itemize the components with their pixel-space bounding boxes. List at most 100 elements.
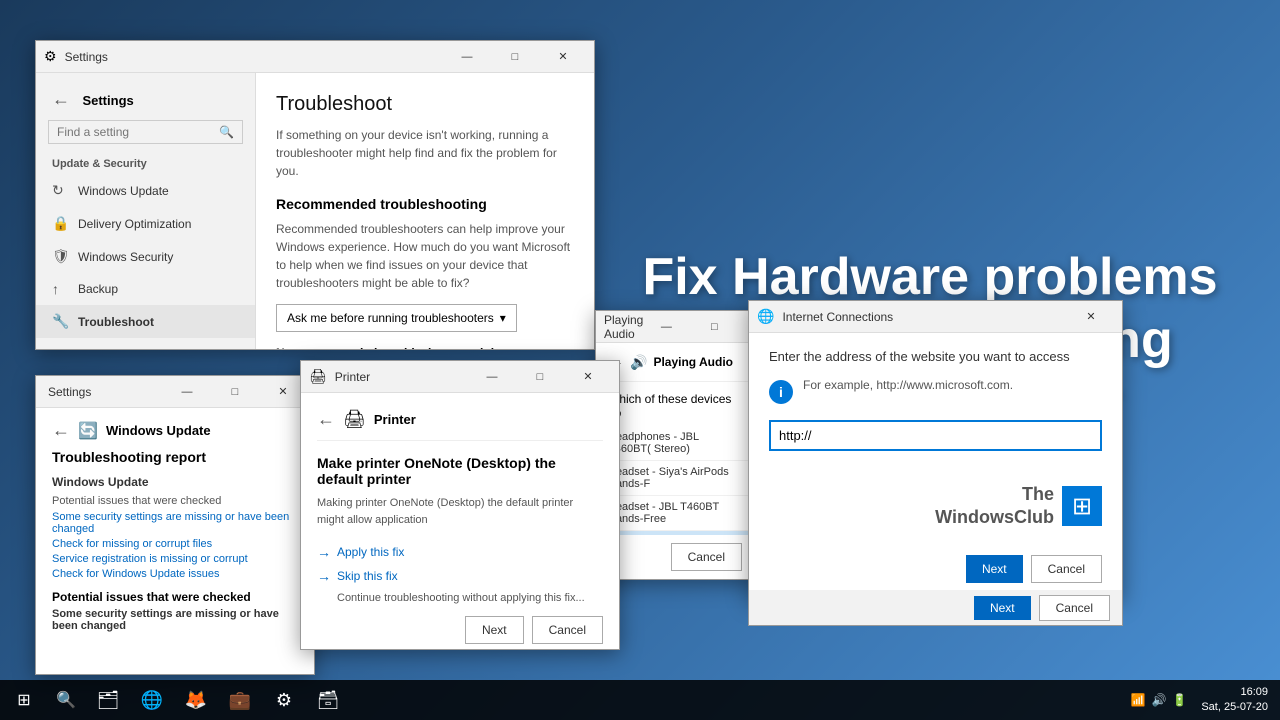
taskbar-time-display: 16:09 (1201, 685, 1268, 700)
taskbar-store[interactable]: 🗃 (308, 680, 348, 720)
wu-issue-3[interactable]: Check for Windows Update issues (52, 568, 298, 580)
wu-minimize-button[interactable]: — (164, 376, 210, 408)
dropdown-chevron-icon: ▾ (500, 311, 506, 325)
printer-next-button[interactable]: Next (465, 616, 524, 644)
app4-icon: 💼 (229, 690, 251, 711)
start-button[interactable]: ⊞ (0, 680, 48, 720)
taskbar-firefox[interactable]: 🦊 (176, 680, 216, 720)
printer-cancel-button[interactable]: Cancel (532, 616, 603, 644)
apply-arrow-icon: → (317, 544, 331, 560)
settings-sidebar: ← Settings 🔍 Update & Security ↻ Windows… (36, 73, 256, 349)
printer-window: 🖨 Printer — □ ✕ ← 🖨 Printer Make printer… (300, 360, 620, 650)
settings-minimize-button[interactable]: — (444, 41, 490, 73)
printer-icon: 🖨 (343, 409, 366, 430)
no-rec-text: No recommended troubleshooters right now (276, 346, 574, 349)
printer-title-icon: 🖨 (309, 368, 327, 385)
taskbar-date-display: Sat, 25-07-20 (1201, 700, 1268, 715)
tray-icons: 📶 🔊 🔋 (1130, 693, 1193, 707)
printer-footer: Next Cancel (317, 616, 603, 644)
backup-icon: ↑ (52, 281, 68, 297)
wu-circle-icon: 🔄 (78, 421, 98, 441)
inet-titlebar: 🌐 Internet Connections ✕ (749, 301, 1122, 333)
inet-close-button[interactable]: ✕ (1068, 301, 1114, 333)
wu-issue-1[interactable]: Check for missing or corrupt files (52, 538, 298, 550)
sidebar-item-security[interactable]: 🛡 Windows Security (36, 240, 255, 273)
printer-maximize-button[interactable]: □ (517, 361, 563, 393)
sidebar-item-backup-label: Backup (78, 282, 118, 296)
settings-window: ⚙ Settings — □ ✕ ← Settings 🔍 Update & S… (35, 40, 595, 350)
troubleshoot-desc: If something on your device isn't workin… (276, 126, 574, 180)
sidebar-item-troubleshoot[interactable]: 🔧 Troubleshoot (36, 305, 255, 338)
inet-url-input[interactable] (769, 420, 1102, 451)
wu-titlebar-text: Settings (44, 385, 164, 399)
taskbar-edge[interactable]: 🌐 (132, 680, 172, 720)
printer-minimize-button[interactable]: — (469, 361, 515, 393)
audio-minimize-button[interactable]: — (643, 311, 689, 343)
printer-titlebar: 🖨 Printer — □ ✕ (301, 361, 619, 393)
wu-subsection-label: Windows Update (52, 475, 298, 489)
security-icon: 🛡 (52, 248, 68, 265)
wu-content: ← 🔄 Windows Update Troubleshooting repor… (36, 408, 314, 674)
inet-title: Internet Connections (782, 310, 1068, 324)
wu-issue-2[interactable]: Service registration is missing or corru… (52, 553, 298, 565)
wu-potential-checked-label: Potential issues that were checked (52, 495, 298, 507)
inet-next-button-2[interactable]: Next (974, 596, 1031, 620)
store-icon: 🗃 (317, 690, 340, 711)
printer-window-controls: — □ ✕ (469, 361, 611, 393)
inet-cancel-button-2[interactable]: Cancel (1039, 595, 1110, 621)
settings-title-icon: ⚙ (44, 48, 57, 65)
audio-cancel-button[interactable]: Cancel (671, 543, 742, 571)
settings-back-icon[interactable]: ← (52, 89, 70, 109)
tray-volume-icon: 🔊 (1151, 693, 1166, 707)
windows-update-icon: ↻ (52, 182, 68, 199)
skip-fix-link[interactable]: Skip this fix (337, 569, 398, 583)
wu-maximize-button[interactable]: □ (212, 376, 258, 408)
printer-main-title: Make printer OneNote (Desktop) the defau… (317, 455, 603, 487)
sidebar-item-backup[interactable]: ↑ Backup (36, 273, 255, 305)
taskbar-search-button[interactable]: 🔍 (48, 680, 84, 720)
settings-window-title: Settings (82, 93, 133, 108)
printer-back-icon[interactable]: ← (317, 409, 335, 430)
wu-issue-0[interactable]: Some security settings are missing or ha… (52, 511, 298, 535)
skip-arrow-icon: → (317, 568, 331, 584)
settings-maximize-button[interactable]: □ (492, 41, 538, 73)
settings-search-input[interactable] (57, 125, 219, 139)
taskbar-search-icon: 🔍 (56, 690, 76, 710)
inet-cancel-button[interactable]: Cancel (1031, 555, 1102, 583)
taskbar-app4[interactable]: 💼 (220, 680, 260, 720)
settings-search-box[interactable]: 🔍 (48, 120, 243, 144)
windows-logo-icon: ⊞ (1072, 492, 1092, 521)
settings-sidebar-header: ← Settings (36, 81, 255, 114)
inet-title-icon: 🌐 (757, 308, 774, 325)
audio-maximize-button[interactable]: □ (691, 311, 737, 343)
settings-close-button[interactable]: ✕ (540, 41, 586, 73)
sidebar-item-troubleshoot-label: Troubleshoot (78, 315, 154, 329)
inet-second-footer: Next Cancel (748, 590, 1123, 626)
printer-skip-sub: Continue troubleshooting without applyin… (337, 592, 603, 604)
troubleshoot-dropdown[interactable]: Ask me before running troubleshooters ▾ (276, 304, 517, 332)
apply-fix-link[interactable]: Apply this fix (337, 545, 404, 559)
sidebar-item-security-label: Windows Security (78, 250, 173, 264)
sidebar-item-delivery-opt[interactable]: 🔒 Delivery Optimization (36, 207, 255, 240)
taskbar-clock[interactable]: 16:09 Sat, 25-07-20 (1201, 685, 1268, 716)
wu-back-icon[interactable]: ← (52, 420, 70, 441)
audio-titlebar: Playing Audio — □ ✕ (596, 311, 754, 343)
settings-window-controls: — □ ✕ (444, 41, 586, 73)
taskbar-file-explorer[interactable]: 🗂 (88, 680, 128, 720)
wu-section-title: Troubleshooting report (52, 449, 298, 465)
wu-title: Windows Update (106, 423, 211, 438)
inet-info-row: i For example, http://www.microsoft.com. (769, 378, 1102, 404)
sidebar-item-windows-update[interactable]: ↻ Windows Update (36, 174, 255, 207)
dropdown-label: Ask me before running troubleshooters (287, 311, 494, 325)
audio-title: Playing Audio (604, 313, 643, 341)
settings-titlebar: ⚙ Settings — □ ✕ (36, 41, 594, 73)
inet-info-text: For example, http://www.microsoft.com. (803, 378, 1013, 392)
file-explorer-icon: 🗂 (97, 690, 120, 711)
inet-next-button[interactable]: Next (966, 555, 1023, 583)
taskbar-settings[interactable]: ⚙ (264, 680, 304, 720)
sidebar-item-windows-update-label: Windows Update (78, 184, 169, 198)
sidebar-item-delivery-opt-label: Delivery Optimization (78, 217, 191, 231)
printer-close-button[interactable]: ✕ (565, 361, 611, 393)
settings-search-icon: 🔍 (219, 125, 234, 139)
taskbar-app-icons: 🗂 🌐 🦊 💼 ⚙ 🗃 (88, 680, 348, 720)
